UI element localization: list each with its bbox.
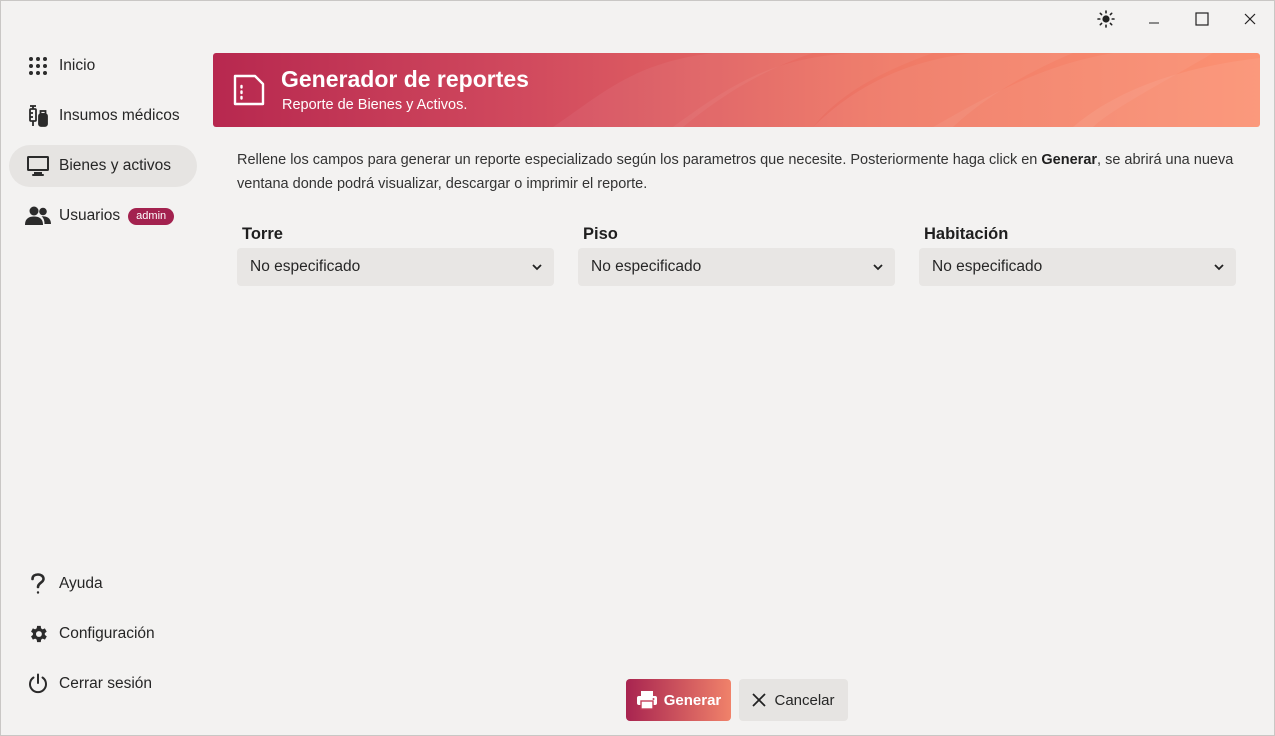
sidebar-item-label: Bienes y activos (59, 157, 171, 174)
instructions-text: Rellene los campos para generar un repor… (237, 148, 1237, 196)
select-habitacion[interactable]: No especificado (919, 248, 1236, 286)
select-value: No especificado (591, 258, 702, 275)
grid-dots-icon (25, 53, 51, 79)
field-label-piso: Piso (583, 225, 618, 243)
sidebar-item-cerrar-sesion[interactable]: Cerrar sesión (9, 663, 197, 705)
close-icon (752, 693, 767, 707)
sun-icon (1097, 10, 1115, 28)
close-icon (1244, 13, 1256, 25)
close-window-button[interactable] (1226, 1, 1274, 37)
sidebar-item-usuarios[interactable]: Usuarios admin (9, 195, 197, 237)
generate-button-label: Generar (663, 691, 722, 709)
power-icon (25, 671, 51, 697)
monitor-icon (25, 153, 51, 179)
sidebar: Inicio Insumos médicos Bienes y activos … (9, 41, 197, 729)
theme-toggle-button[interactable] (1082, 1, 1130, 37)
select-piso[interactable]: No especificado (578, 248, 895, 286)
sidebar-item-label: Inicio (59, 57, 96, 74)
chevron-down-icon (1214, 263, 1224, 270)
app-window: Inicio Insumos médicos Bienes y activos … (0, 0, 1275, 736)
gear-icon (25, 621, 51, 647)
medical-supplies-icon (25, 103, 51, 129)
users-icon (25, 203, 51, 229)
field-torre: Torre No especificado (237, 222, 554, 286)
cancel-button-label: Cancelar (774, 691, 835, 709)
chevron-down-icon (532, 263, 542, 270)
maximize-icon (1195, 12, 1209, 26)
sidebar-item-inicio[interactable]: Inicio (9, 45, 197, 87)
sidebar-item-insumos-medicos[interactable]: Insumos médicos (9, 95, 197, 137)
report-header-banner: Generador de reportes Reporte de Bienes … (213, 53, 1260, 127)
question-icon (25, 571, 51, 597)
select-torre[interactable]: No especificado (237, 248, 554, 286)
sidebar-item-label: Cerrar sesión (59, 675, 153, 692)
document-icon (233, 73, 265, 112)
sidebar-item-ayuda[interactable]: Ayuda (9, 563, 197, 605)
field-habitacion: Habitación No especificado (919, 222, 1236, 286)
sidebar-item-label: Usuarios (59, 207, 121, 224)
select-value: No especificado (250, 258, 361, 275)
page-title: Generador de reportes (281, 66, 529, 92)
printer-icon (636, 691, 657, 710)
cancel-button[interactable]: Cancelar (739, 679, 848, 721)
admin-badge: admin (128, 207, 175, 225)
instructions-text-before: Rellene los campos para generar un repor… (237, 152, 1042, 168)
maximize-button[interactable] (1178, 1, 1226, 37)
field-label-torre: Torre (242, 225, 283, 243)
instructions-text-bold: Generar (1041, 152, 1098, 168)
titlebar-controls (1082, 1, 1274, 37)
select-value: No especificado (932, 258, 1043, 275)
field-label-habitacion: Habitación (924, 225, 1009, 243)
sidebar-item-bienes-y-activos[interactable]: Bienes y activos (9, 145, 197, 187)
minimize-button[interactable] (1130, 1, 1178, 37)
sidebar-item-label: Ayuda (59, 575, 103, 592)
sidebar-item-label: Configuración (59, 625, 155, 642)
sidebar-item-label: Insumos médicos (59, 107, 180, 124)
chevron-down-icon (873, 263, 883, 270)
generate-button[interactable]: Generar (626, 679, 731, 721)
field-piso: Piso No especificado (578, 222, 895, 286)
minimize-icon (1149, 22, 1159, 24)
page-subtitle: Reporte de Bienes y Activos. (282, 97, 468, 113)
sidebar-item-configuracion[interactable]: Configuración (9, 613, 197, 655)
